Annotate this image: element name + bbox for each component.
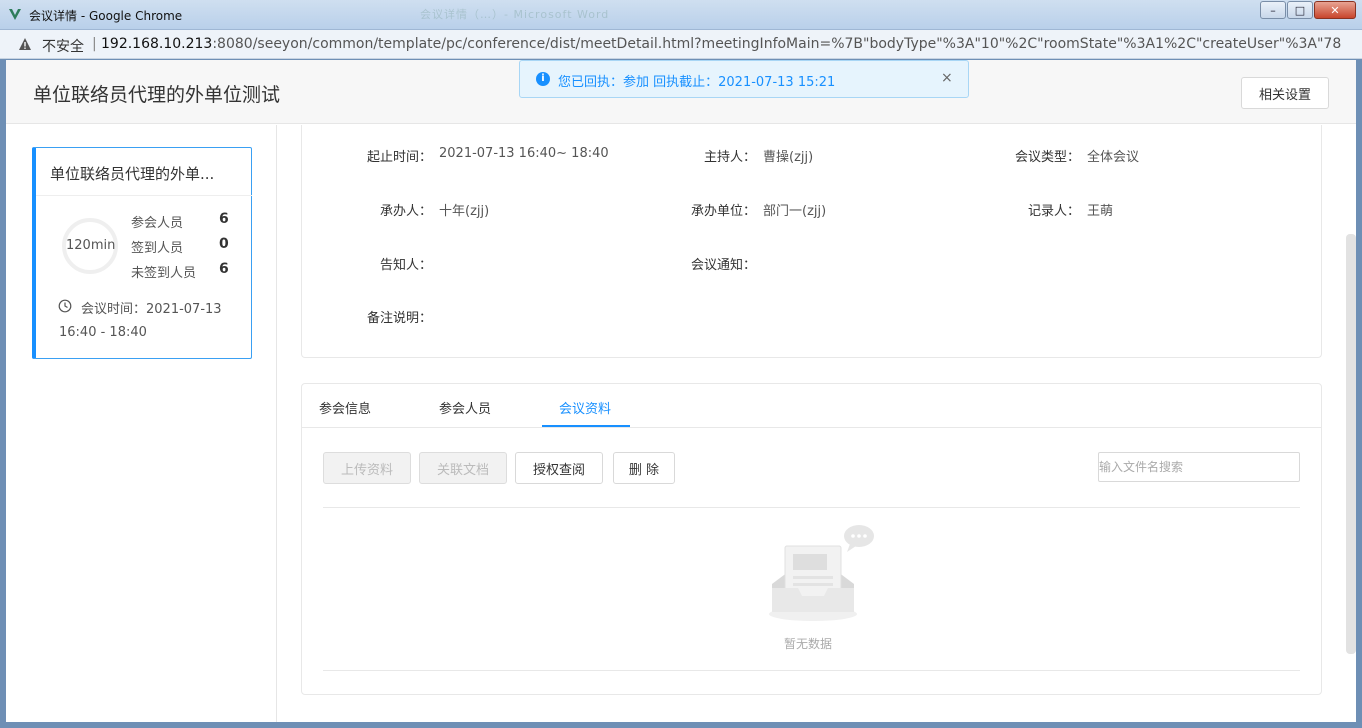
url-path: :8080/seeyon/common/template/pc/conferen… [212, 36, 1341, 52]
url-text[interactable]: 192.168.10.213:8080/seeyon/common/templa… [101, 36, 1341, 52]
tab-meeting-materials[interactable]: 会议资料 [559, 398, 611, 417]
window-titlebar: 会议详情 - Google Chrome 会议详情（…）- Microsoft … [0, 0, 1362, 30]
active-tab-indicator [542, 425, 630, 427]
field-label-notified: 告知人： [379, 258, 432, 273]
field-value-organizer-unit: 部门一(zjj) [763, 204, 827, 219]
field-label-notice: 会议通知： [690, 258, 756, 273]
background-window-title: 会议详情（…）- Microsoft Word [420, 8, 610, 21]
receipt-toast: i 您已回执：参加 回执截止：2021-07-13 15:21 × [519, 60, 969, 98]
meeting-info-panel: 起止时间： 2021-07-13 16:40~ 18:40 主持人： 曹操(zj… [301, 125, 1322, 358]
meeting-card-title: 单位联络员代理的外单... [50, 165, 215, 183]
toast-close-icon[interactable]: × [941, 70, 953, 86]
toast-message: 您已回执：参加 回执截止：2021-07-13 15:21 [558, 75, 836, 90]
address-bar[interactable]: 不安全 | 192.168.10.213:8080/seeyon/common/… [0, 30, 1362, 59]
empty-data-text: 暂无数据 [784, 637, 833, 651]
file-search-input[interactable] [1098, 452, 1300, 482]
related-settings-button[interactable]: 相关设置 [1241, 77, 1329, 109]
sidebar: 单位联络员代理的外单... 120min 参会人员 6 签到人员 0 未签到人员… [6, 125, 277, 722]
field-label-recorder: 记录人： [1027, 204, 1080, 219]
field-label-remarks: 备注说明： [366, 311, 432, 326]
stat-value-signed-in: 0 [219, 236, 229, 252]
field-label-host: 主持人： [703, 150, 756, 165]
address-separator: | [92, 36, 97, 52]
field-value-host: 曹操(zjj) [763, 150, 814, 165]
stat-label-not-signed-in: 未签到人员 [131, 266, 197, 281]
delete-button[interactable]: 删 除 [613, 452, 675, 484]
close-button[interactable]: ✕ [1314, 1, 1356, 19]
field-value-organizer: 十年(zjj) [439, 204, 490, 219]
field-value-recorder: 王萌 [1087, 204, 1114, 219]
authorize-view-button[interactable]: 授权查阅 [515, 452, 603, 484]
main-content: 起止时间： 2021-07-13 16:40~ 18:40 主持人： 曹操(zj… [278, 125, 1356, 722]
page-scrollbar[interactable] [1346, 234, 1356, 654]
minimize-button[interactable]: – [1260, 1, 1286, 19]
page-title: 单位联络员代理的外单位测试 [33, 84, 281, 106]
field-label-type: 会议类型： [1014, 150, 1080, 165]
tab-bar: 参会信息 参会人员 会议资料 [302, 384, 1321, 428]
table-top-border [323, 507, 1300, 508]
url-host: 192.168.10.213 [101, 36, 213, 52]
field-value-type: 全体会议 [1087, 150, 1140, 165]
card-divider [36, 195, 252, 196]
window-controls: – □ ✕ [1260, 1, 1356, 19]
field-value-time: 2021-07-13 16:40~ 18:40 [439, 146, 609, 161]
stat-value-not-signed-in: 6 [219, 261, 229, 277]
warning-icon[interactable] [18, 37, 32, 51]
stat-value-attendees: 6 [219, 211, 229, 227]
empty-data-icon [769, 525, 874, 621]
maximize-button[interactable]: □ [1287, 1, 1313, 19]
duration-label: 120min [66, 238, 116, 253]
tabs-panel: 参会信息 参会人员 会议资料 上传资料 关联文档 授权查阅 删 除 输入文件名搜… [301, 383, 1322, 695]
tab-meeting-info[interactable]: 参会信息 [319, 398, 371, 417]
meeting-time: 会议时间：2021-07-13 16:40 - 18:40 [59, 302, 222, 340]
field-label-organizer: 承办人： [379, 204, 432, 219]
security-label[interactable]: 不安全 [42, 36, 84, 56]
field-label-organizer-unit: 承办单位： [690, 204, 756, 219]
app-container: 单位联络员代理的外单位测试 相关设置 i 您已回执：参加 回执截止：2021-0… [6, 60, 1356, 722]
field-label-time: 起止时间： [366, 150, 432, 165]
link-document-button[interactable]: 关联文档 [419, 452, 507, 484]
stat-label-signed-in: 签到人员 [131, 241, 184, 256]
meeting-card[interactable]: 单位联络员代理的外单... 120min 参会人员 6 签到人员 0 未签到人员… [32, 147, 252, 359]
table-bottom-border [323, 670, 1300, 671]
app-logo-icon [9, 9, 21, 20]
info-icon: i [536, 72, 550, 86]
upload-materials-button[interactable]: 上传资料 [323, 452, 411, 484]
window-title: 会议详情 - Google Chrome [29, 9, 183, 23]
tab-attendees[interactable]: 参会人员 [439, 398, 491, 417]
stat-label-attendees: 参会人员 [131, 216, 184, 231]
